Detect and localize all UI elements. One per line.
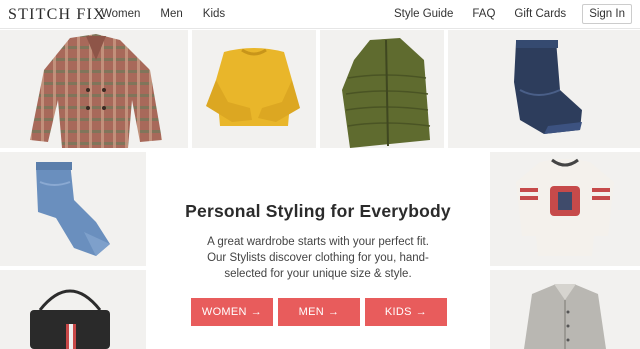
arrow-right-icon: → — [328, 306, 340, 318]
shop-kids-button[interactable]: KIDS → — [365, 298, 447, 326]
nav-men-link[interactable]: Men — [160, 8, 182, 20]
nav-women-link[interactable]: Women — [101, 8, 140, 20]
black-handbag-image — [30, 289, 110, 349]
yellow-sweater-image — [206, 48, 300, 126]
green-puffer-jacket-image — [342, 38, 431, 148]
shop-men-button[interactable]: MEN → — [278, 298, 360, 326]
hero-card: Personal Styling for Everybody A great w… — [150, 152, 486, 349]
stitch-fix-logo[interactable]: STITCH FIX — [8, 6, 106, 24]
tile-light-jeans[interactable] — [0, 152, 146, 266]
site-header: STITCH FIX Women Men Kids Style Guide FA… — [0, 0, 640, 29]
kids-graphic-tee-image — [516, 158, 614, 256]
tile-kids-graphic-tee[interactable] — [490, 152, 640, 266]
tile-yellow-sweater[interactable] — [192, 30, 316, 148]
shop-women-label: WOMEN — [201, 306, 247, 318]
tile-green-puffer-jacket[interactable] — [320, 30, 444, 148]
nav-kids-link[interactable]: Kids — [203, 8, 225, 20]
tile-gray-shirt[interactable] — [490, 270, 640, 349]
nav-style-guide-link[interactable]: Style Guide — [394, 8, 453, 20]
shop-kids-label: KIDS — [384, 306, 412, 318]
folded-jeans-image — [514, 40, 582, 134]
primary-nav: Women Men Kids — [101, 8, 245, 20]
hero-description: A great wardrobe starts with your perfec… — [190, 234, 446, 282]
tile-black-handbag[interactable] — [0, 270, 146, 349]
gray-shirt-image — [524, 284, 606, 349]
nav-gift-cards-link[interactable]: Gift Cards — [514, 8, 566, 20]
shop-women-button[interactable]: WOMEN → — [191, 298, 273, 326]
hero-description-line: Our Stylists discover clothing for you, … — [207, 252, 429, 264]
nav-faq-link[interactable]: FAQ — [472, 8, 495, 20]
arrow-right-icon: → — [415, 306, 428, 318]
tile-folded-jeans[interactable] — [448, 30, 640, 148]
hero-description-line: A great wardrobe starts with your perfec… — [207, 236, 429, 248]
arrow-right-icon: → — [250, 306, 263, 318]
light-jeans-image — [36, 162, 110, 256]
hero-description-line: selected for your unique size & style. — [224, 268, 412, 280]
hero-title: Personal Styling for Everybody — [185, 201, 451, 221]
secondary-nav: Style Guide FAQ Gift Cards Sign In — [375, 4, 632, 24]
shop-men-label: MEN — [298, 306, 325, 318]
plaid-coat-image — [30, 34, 162, 148]
sign-in-button[interactable]: Sign In — [582, 4, 632, 24]
tile-plaid-coat[interactable] — [0, 30, 188, 148]
